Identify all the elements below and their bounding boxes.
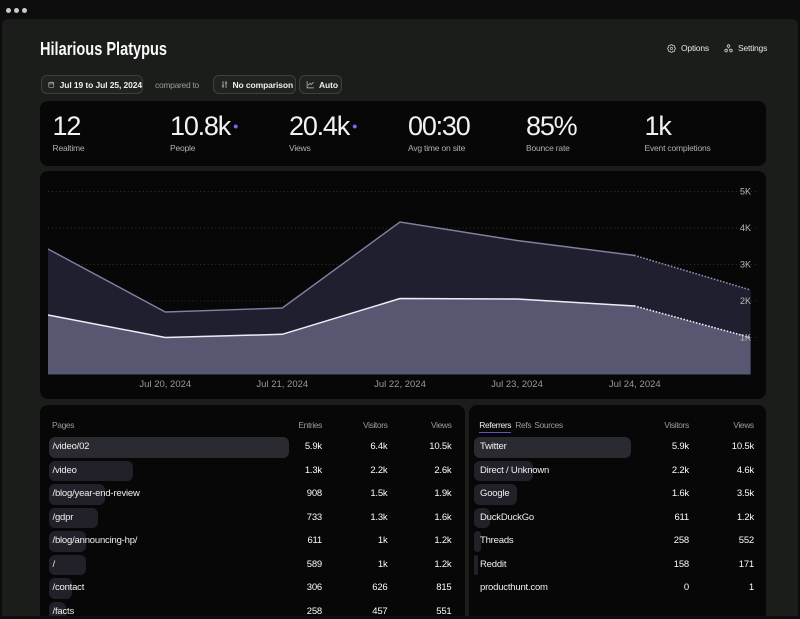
svg-text:Jul 23, 2024: Jul 23, 2024	[491, 379, 543, 390]
svg-text:Jul 24, 2024: Jul 24, 2024	[609, 379, 661, 390]
svg-text:3K: 3K	[740, 259, 751, 269]
svg-text:Jul 21, 2024: Jul 21, 2024	[256, 379, 308, 390]
svg-text:4K: 4K	[740, 223, 751, 233]
svg-text:5K: 5K	[740, 186, 751, 196]
svg-text:2K: 2K	[740, 296, 751, 306]
svg-text:Jul 20, 2024: Jul 20, 2024	[139, 379, 191, 390]
svg-text:1K: 1K	[740, 332, 751, 342]
svg-text:Jul 22, 2024: Jul 22, 2024	[374, 379, 426, 390]
